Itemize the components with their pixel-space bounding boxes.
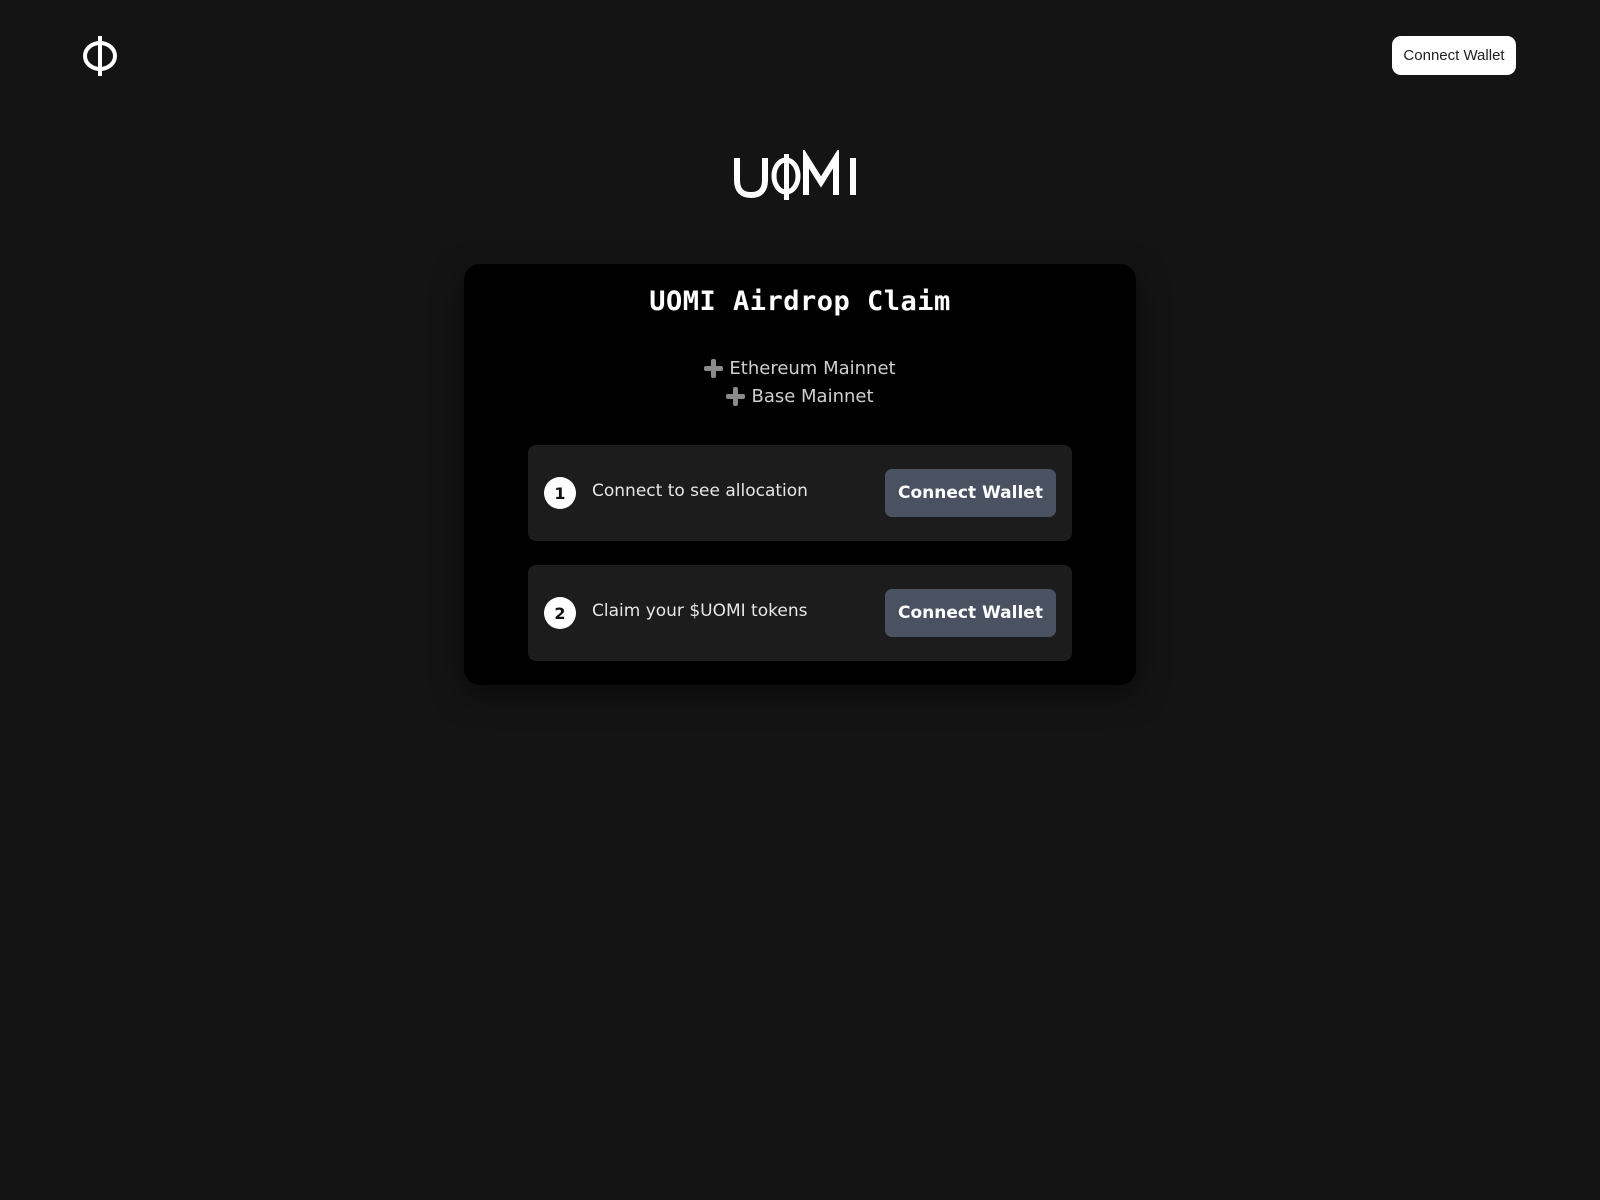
phi-logo-icon[interactable] — [80, 34, 120, 78]
top-bar: Connect Wallet — [0, 0, 1600, 112]
uomi-wordmark-logo — [734, 150, 856, 200]
plus-icon — [704, 359, 724, 378]
network-label: Base Mainnet — [751, 386, 874, 407]
step-number-badge: 1 — [544, 477, 576, 509]
connect-wallet-button[interactable]: Connect Wallet — [885, 469, 1056, 517]
step-description: Claim your $UOMI tokens — [592, 601, 808, 621]
plus-icon — [726, 387, 746, 406]
network-item-ethereum: Ethereum Mainnet — [0, 358, 1600, 379]
connect-wallet-button[interactable]: Connect Wallet — [885, 589, 1056, 637]
step-panel-allocation: 1 Connect to see allocation Connect Wall… — [528, 445, 1072, 541]
step-description: Connect to see allocation — [592, 481, 808, 501]
card-title: UOMI Airdrop Claim — [649, 286, 951, 317]
header-connect-wallet-button[interactable]: Connect Wallet — [1392, 36, 1516, 75]
network-item-base: Base Mainnet — [0, 386, 1600, 407]
network-label: Ethereum Mainnet — [729, 358, 896, 379]
step-panel-claim: 2 Claim your $UOMI tokens Connect Wallet — [528, 565, 1072, 661]
step-number-badge: 2 — [544, 597, 576, 629]
